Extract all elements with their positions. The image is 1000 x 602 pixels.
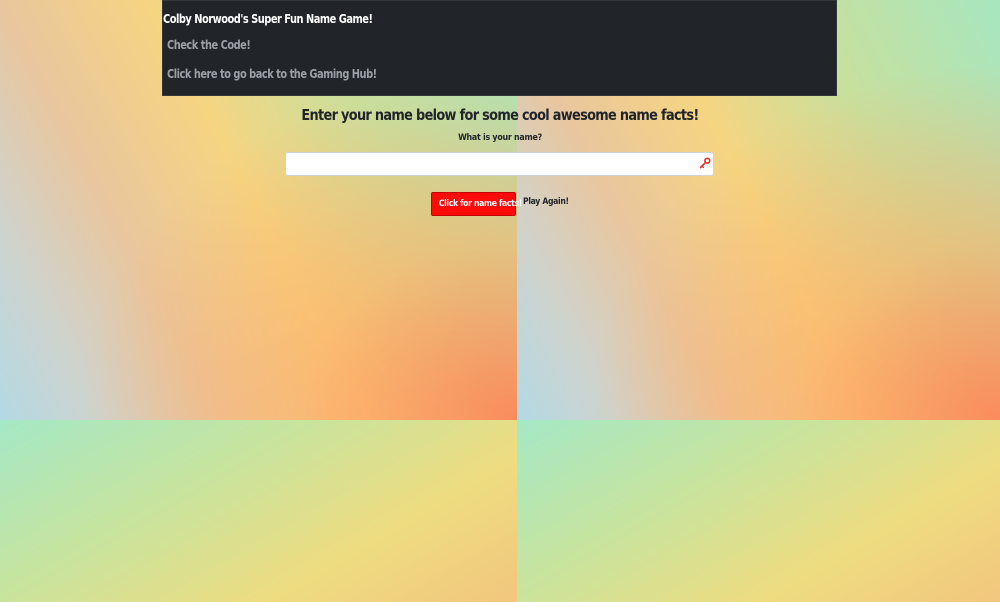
check-code-link[interactable]: Check the Code! bbox=[167, 38, 251, 52]
play-again-link[interactable]: Play Again! bbox=[523, 197, 569, 207]
background-tile bbox=[517, 420, 1000, 602]
page-heading: Enter your name below for some cool awes… bbox=[301, 106, 699, 124]
name-input[interactable] bbox=[285, 152, 714, 176]
name-facts-button[interactable]: Click for name facts! bbox=[431, 192, 522, 216]
navbar-brand: Colby Norwood's Super Fun Name Game! bbox=[163, 12, 373, 26]
background-tile bbox=[0, 420, 517, 602]
top-navbar: Colby Norwood's Super Fun Name Game! Che… bbox=[162, 0, 837, 96]
key-icon[interactable] bbox=[699, 157, 711, 169]
name-facts-button-label: Click for name facts! bbox=[438, 199, 522, 209]
gaming-hub-link[interactable]: Click here to go back to the Gaming Hub! bbox=[167, 67, 377, 81]
name-question-label: What is your name? bbox=[458, 133, 542, 143]
